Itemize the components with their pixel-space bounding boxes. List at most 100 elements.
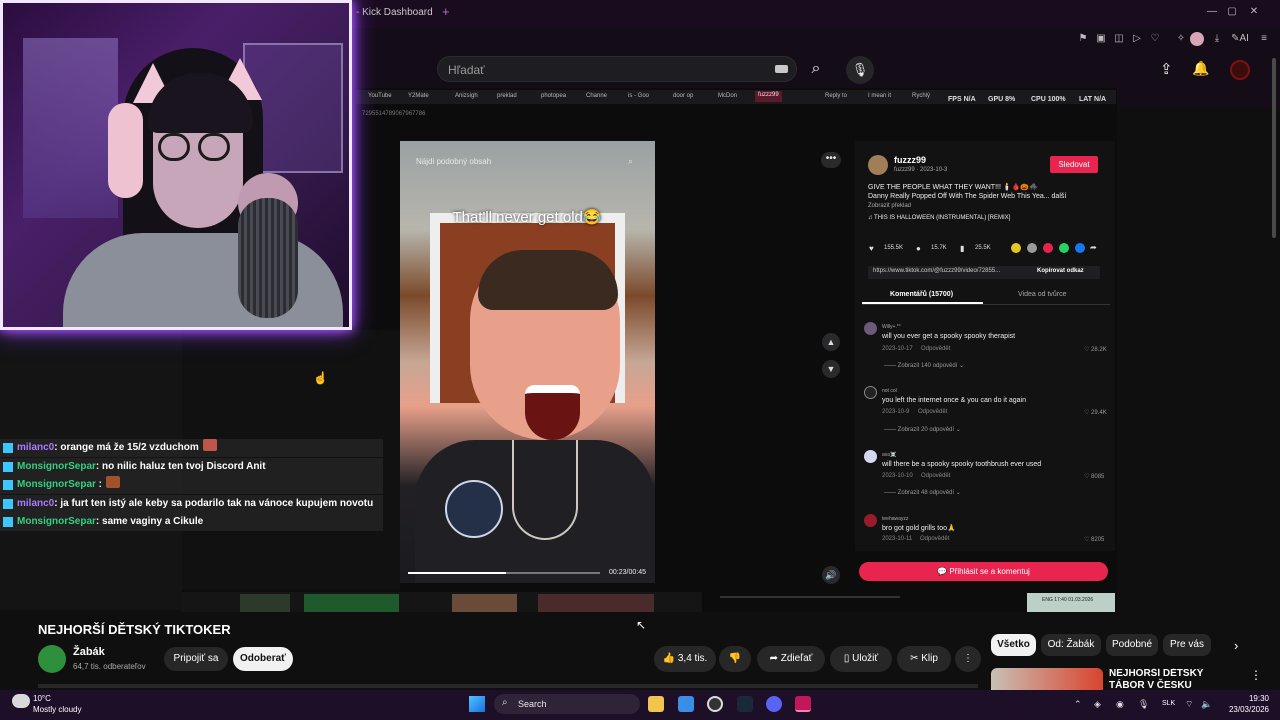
comment-avatar[interactable]: [864, 450, 877, 463]
bookmark-item[interactable]: door op: [673, 93, 693, 99]
save-button[interactable]: ▯ Uložiť: [830, 646, 892, 672]
volume-icon[interactable]: 🔈: [1201, 699, 1212, 710]
video-link[interactable]: https://www.tiktok.com/@fuzzz99/video/72…: [873, 268, 1000, 274]
comment-likes[interactable]: ♡ 8205: [1084, 536, 1104, 543]
windows-start-icon[interactable]: [469, 696, 485, 712]
comment-user[interactable]: teehawayzz: [882, 516, 908, 522]
comment-view-replies[interactable]: —— Zobrazit 20 odpovědí ⌄: [884, 426, 961, 433]
cloud-icon[interactable]: [12, 694, 30, 708]
chat-username[interactable]: MonsignorSepar: [17, 516, 96, 527]
bookmark-item[interactable]: is - Goo: [628, 93, 649, 99]
inner-scrollbar[interactable]: [720, 596, 900, 598]
play-icon[interactable]: ▷: [1131, 33, 1143, 45]
comment-icon[interactable]: ●: [916, 244, 921, 253]
channel-avatar[interactable]: [38, 645, 66, 673]
puzzle-icon[interactable]: ✧: [1175, 33, 1187, 45]
translate-link[interactable]: Zobrazit překlad: [868, 203, 911, 209]
login-to-comment-button[interactable]: 💬 Přihlásit se a komentuj: [859, 562, 1108, 581]
taskbar-search-label[interactable]: Search: [518, 699, 547, 709]
screenshot-icon[interactable]: ◫: [1113, 33, 1125, 45]
ai-icon[interactable]: ✎AI: [1230, 33, 1250, 45]
chip-all[interactable]: Všetko: [991, 634, 1036, 656]
keyboard-language[interactable]: SLK: [1162, 700, 1175, 707]
comment-likes[interactable]: ♡ 28.2K: [1084, 346, 1107, 353]
window-close-icon[interactable]: ✕: [1248, 6, 1260, 18]
bell-icon[interactable]: 🔔: [1192, 60, 1209, 77]
steam-icon[interactable]: [737, 696, 753, 712]
horizontal-scrollbar[interactable]: [38, 684, 978, 688]
comment-reply[interactable]: Odpovědět: [920, 536, 949, 542]
more-options-icon[interactable]: ⋮: [1250, 668, 1262, 682]
keyboard-icon[interactable]: [775, 65, 788, 73]
comment-user[interactable]: Willy+.*°: [882, 324, 901, 330]
comment-avatar[interactable]: [864, 322, 877, 335]
bookmark-item[interactable]: Channe: [586, 93, 607, 99]
heart-icon[interactable]: ♡: [1149, 33, 1161, 45]
thumbnail[interactable]: [240, 594, 290, 612]
upload-icon[interactable]: ⇪: [1160, 60, 1173, 78]
bookmark-icon[interactable]: ⚑: [1077, 33, 1089, 45]
copy-link-button[interactable]: Kopírovat odkaz: [1037, 268, 1084, 274]
file-explorer-icon[interactable]: [648, 696, 664, 712]
more-actions-button[interactable]: ⋮: [955, 646, 981, 672]
discord-icon[interactable]: [766, 696, 782, 712]
music-label[interactable]: ♫ THIS IS HALLOWEEN (INSTRUMENTAL) [REMI…: [868, 215, 1010, 221]
search-icon[interactable]: ⌕: [628, 156, 633, 167]
chip-for-you[interactable]: Pre vás: [1163, 634, 1211, 656]
thumbnail[interactable]: [538, 594, 654, 612]
comment-view-replies[interactable]: —— Zobrazit 140 odpovědí ⌄: [884, 362, 964, 369]
new-tab-button[interactable]: +: [442, 4, 450, 19]
chevron-right-icon[interactable]: ›: [1234, 638, 1238, 653]
search-input[interactable]: Hľadať: [448, 63, 485, 77]
tab-comments[interactable]: Komentářů (15700): [890, 291, 953, 298]
share-emoji-icon[interactable]: [1011, 243, 1021, 253]
profile-avatar-small[interactable]: [1190, 32, 1204, 46]
embed-icon[interactable]: [1027, 243, 1037, 253]
follow-button[interactable]: Sledovat: [1050, 156, 1098, 173]
active-bookmark-tab[interactable]: fuzzz99: [755, 91, 782, 102]
heart-icon[interactable]: ♥: [869, 244, 874, 253]
wifi-icon[interactable]: ⌔: [1185, 699, 1193, 710]
recommended-title[interactable]: NEJHORŠÍ DĚTSKÝ TÁBOR V ČESKU: [1109, 668, 1239, 690]
find-similar-label[interactable]: Nájdi podobný obsah: [416, 157, 491, 166]
comment-user[interactable]: not col: [882, 388, 897, 394]
thumbnail[interactable]: [452, 594, 517, 612]
comment-avatar[interactable]: [864, 386, 877, 399]
clip-button[interactable]: ✂ Klip: [897, 646, 951, 672]
account-avatar[interactable]: [1230, 60, 1250, 80]
chat-username[interactable]: milanc0: [17, 498, 54, 509]
comment-reply[interactable]: Odpovědět: [921, 346, 950, 352]
chip-from-channel[interactable]: Od: Žabák: [1041, 634, 1101, 656]
comment-user[interactable]: ava☠️: [882, 452, 896, 458]
chat-username[interactable]: MonsignorSepar: [17, 461, 96, 472]
bookmark-item[interactable]: I mean it: [868, 93, 891, 99]
chat-username[interactable]: MonsignorSepar: [17, 479, 96, 490]
browser-app-icon[interactable]: [795, 696, 811, 712]
bookmark-item[interactable]: Y2Mate: [408, 93, 429, 99]
thumbnail[interactable]: [304, 594, 399, 612]
bookmark-item[interactable]: YouTube: [368, 93, 392, 99]
join-button[interactable]: Pripojiť sa: [164, 647, 228, 671]
store-icon[interactable]: [678, 696, 694, 712]
chevron-up-icon[interactable]: ⌃: [1074, 699, 1082, 710]
comment-view-replies[interactable]: —— Zobrazit 48 odpovědí ⌄: [884, 489, 961, 496]
mic-icon[interactable]: 🎙: [846, 56, 874, 84]
vertical-scrollbar[interactable]: [1272, 58, 1276, 238]
download-icon[interactable]: ⤓: [1211, 33, 1223, 45]
post-description-line[interactable]: Danny Really Popped Off With The Spider …: [868, 193, 1108, 200]
bookmark-item[interactable]: photopea: [541, 93, 566, 99]
chevron-down-icon[interactable]: ▼: [822, 360, 840, 378]
comment-reply[interactable]: Odpovědět: [918, 409, 947, 415]
clock-time[interactable]: 19:30: [1221, 694, 1269, 703]
facebook-icon[interactable]: [1075, 243, 1085, 253]
dislike-button[interactable]: 👎: [719, 646, 751, 672]
tray-app-icon[interactable]: ◈: [1094, 699, 1101, 710]
weather-temperature[interactable]: 10°C: [33, 694, 51, 703]
taskbar-search-box[interactable]: [494, 694, 640, 714]
window-restore-icon[interactable]: ▢: [1226, 6, 1238, 18]
comment-avatar[interactable]: [864, 514, 877, 527]
browser-tab-title[interactable]: - Kick Dashboard: [356, 7, 433, 18]
microphone-icon[interactable]: 🎙: [1138, 699, 1149, 710]
search-icon[interactable]: ⌕: [800, 58, 832, 80]
comment-likes[interactable]: ♡ 29.4K: [1084, 409, 1107, 416]
